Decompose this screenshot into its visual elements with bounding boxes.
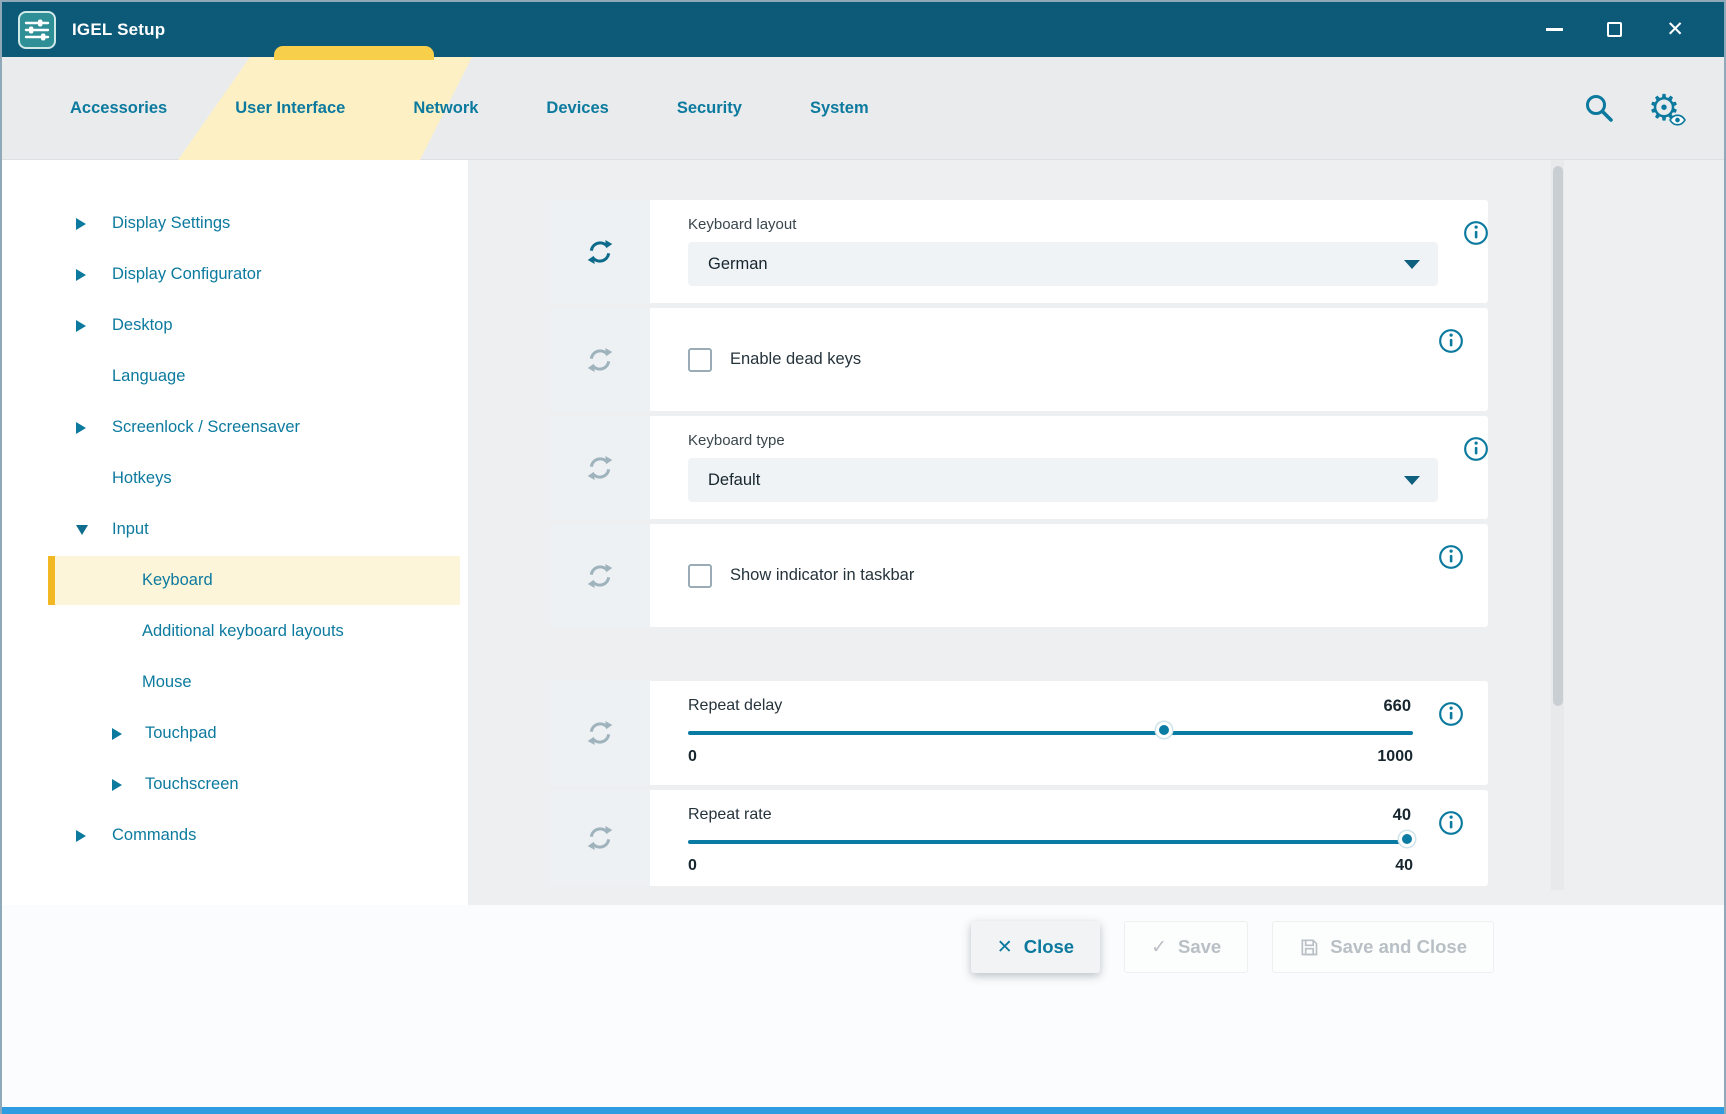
sidebar-item-display-configurator[interactable]: Display Configurator [2,249,468,300]
setting-card-repeat-delay: Repeat delay 660 0 1000 [550,681,1488,785]
close-x-icon: ✕ [997,936,1013,959]
repeat-delay-max: 1000 [1377,748,1413,766]
chevron-right-icon [76,422,86,434]
sidebar-item-input[interactable]: Input [2,504,468,555]
sidebar-item-desktop[interactable]: Desktop [2,300,468,351]
info-icon[interactable] [1438,810,1464,841]
sidebar-item-additional-keyboard-layouts[interactable]: Additional keyboard layouts [2,606,468,657]
setting-card-keyboard-type: Keyboard type Default [550,416,1488,519]
sidebar-item-display-settings[interactable]: Display Settings [2,198,468,249]
window-bottom-border [2,1107,1724,1114]
active-tab-notch [274,46,434,60]
sidebar-item-commands[interactable]: Commands [2,810,468,861]
chevron-right-icon [76,830,86,842]
scrollbar-thumb[interactable] [1553,166,1563,706]
keyboard-layout-label: Keyboard layout [688,216,1438,233]
close-button[interactable]: ✕ Close [971,921,1100,973]
show-indicator-label: Show indicator in taskbar [730,566,914,585]
titlebar: IGEL Setup ✕ [2,2,1724,57]
minimize-button-icon[interactable] [1546,28,1563,31]
check-icon: ✓ [1151,936,1167,959]
keyboard-type-label: Keyboard type [688,432,1438,449]
search-icon[interactable] [1582,91,1616,125]
repeat-rate-max: 40 [1395,857,1413,875]
enable-dead-keys-checkbox[interactable] [688,348,712,372]
sidebar-item-mouse[interactable]: Mouse [2,657,468,708]
igel-setup-window: IGEL Setup ✕ Accessories User Interface … [0,0,1726,1114]
keyboard-layout-dropdown[interactable]: German [688,242,1438,286]
tab-network[interactable]: Network [413,99,478,118]
dropdown-caret-icon [1404,476,1420,485]
chevron-right-icon [112,779,122,791]
floppy-disk-icon [1299,937,1319,957]
chevron-right-icon [76,320,86,332]
settings-panel: Keyboard layout German [468,160,1724,905]
reset-to-default-icon[interactable] [550,681,650,785]
info-icon[interactable] [1438,328,1464,359]
sidebar-item-touchscreen[interactable]: Touchscreen [2,759,468,810]
setting-card-enable-dead-keys: Enable dead keys [550,308,1488,411]
repeat-rate-min: 0 [688,857,697,875]
chevron-right-icon [76,218,86,230]
tab-accessories[interactable]: Accessories [70,99,167,118]
reset-to-default-icon[interactable] [550,308,650,411]
slider-thumb[interactable] [1399,831,1415,847]
tab-user-interface[interactable]: User Interface [235,99,345,118]
sidebar-item-language[interactable]: Language [2,351,468,402]
setting-card-repeat-rate: Repeat rate 40 0 40 [550,790,1488,886]
info-icon[interactable] [1463,436,1489,467]
settings-tree-sidebar: Display Settings Display Configurator De… [2,160,468,905]
dropdown-caret-icon [1404,260,1420,269]
chevron-right-icon [112,728,122,740]
tab-bar: Accessories User Interface Network Devic… [2,57,1724,160]
info-icon[interactable] [1463,220,1489,251]
chevron-down-icon [76,525,88,535]
setting-card-keyboard-layout: Keyboard layout German [550,200,1488,303]
sidebar-item-hotkeys[interactable]: Hotkeys [2,453,468,504]
chevron-right-icon [76,269,86,281]
setting-card-show-indicator: Show indicator in taskbar [550,524,1488,627]
keyboard-type-dropdown[interactable]: Default [688,458,1438,502]
reset-to-default-icon[interactable] [550,200,650,303]
reset-to-default-icon[interactable] [550,790,650,886]
window-close-button[interactable]: ✕ [1666,19,1684,40]
repeat-rate-value: 40 [1393,806,1411,825]
content-scrollbar [1551,160,1564,890]
save-and-close-button[interactable]: Save and Close [1272,921,1494,973]
info-icon[interactable] [1438,701,1464,732]
igel-logo-icon [18,11,56,49]
slider-thumb[interactable] [1156,722,1172,738]
sidebar-item-screenlock-screensaver[interactable]: Screenlock / Screensaver [2,402,468,453]
tab-security[interactable]: Security [677,99,742,118]
maximize-button-icon[interactable] [1607,22,1622,37]
show-indicator-checkbox[interactable] [688,564,712,588]
repeat-delay-label: Repeat delay [688,697,782,715]
sidebar-item-touchpad[interactable]: Touchpad [2,708,468,759]
keyboard-layout-value: German [708,255,768,274]
sidebar-item-keyboard[interactable]: Keyboard [2,555,468,606]
reset-to-default-icon[interactable] [550,524,650,627]
slider-track [688,731,1413,735]
footer-bar: ✕ Close ✓ Save Save and Close [2,905,1724,1107]
tab-devices[interactable]: Devices [546,99,608,118]
repeat-delay-min: 0 [688,748,697,766]
repeat-rate-slider[interactable] [688,829,1413,855]
info-icon[interactable] [1438,544,1464,575]
repeat-delay-slider[interactable] [688,720,1413,746]
reset-to-default-icon[interactable] [550,416,650,519]
gear-eye-icon[interactable]: ⚙ [1644,88,1684,128]
repeat-delay-value: 660 [1383,697,1411,716]
save-button[interactable]: ✓ Save [1124,921,1248,973]
window-title: IGEL Setup [72,20,165,40]
keyboard-type-value: Default [708,471,760,490]
enable-dead-keys-label: Enable dead keys [730,350,861,369]
slider-track [688,840,1413,844]
tab-system[interactable]: System [810,99,869,118]
repeat-rate-label: Repeat rate [688,806,772,824]
